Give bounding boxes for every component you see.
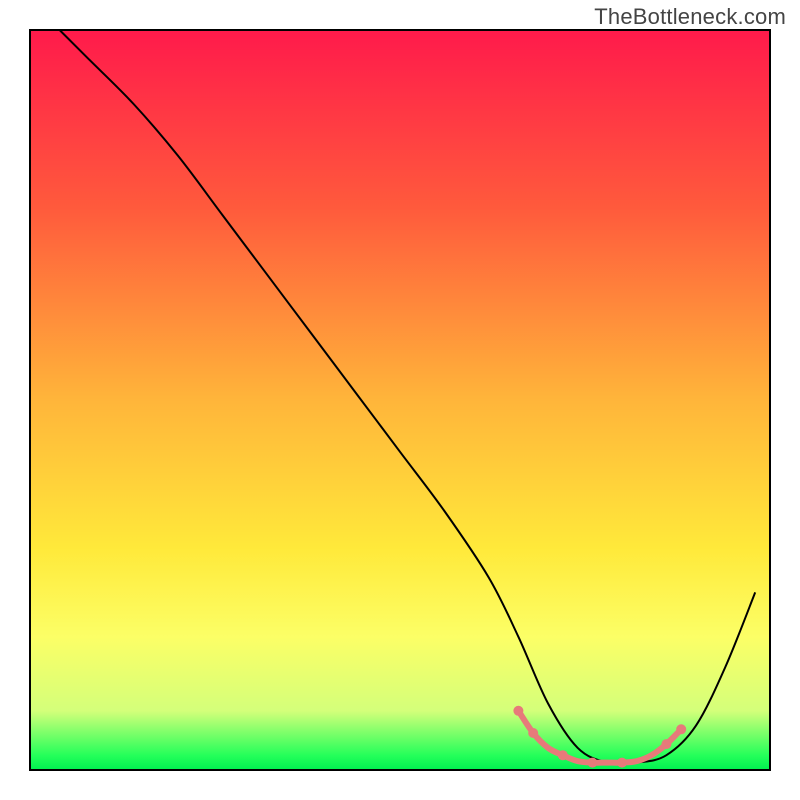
chart-container: TheBottleneck.com bbox=[0, 0, 800, 800]
gradient-background bbox=[30, 30, 770, 770]
optimal-marker-dot bbox=[528, 728, 538, 738]
optimal-marker-dot bbox=[513, 706, 523, 716]
optimal-marker-dot bbox=[558, 750, 568, 760]
bottleneck-chart bbox=[0, 0, 800, 800]
optimal-marker-dot bbox=[587, 758, 597, 768]
watermark-text: TheBottleneck.com bbox=[594, 4, 786, 30]
optimal-marker-dot bbox=[676, 724, 686, 734]
optimal-marker-dot bbox=[617, 758, 627, 768]
optimal-marker-dot bbox=[661, 739, 671, 749]
